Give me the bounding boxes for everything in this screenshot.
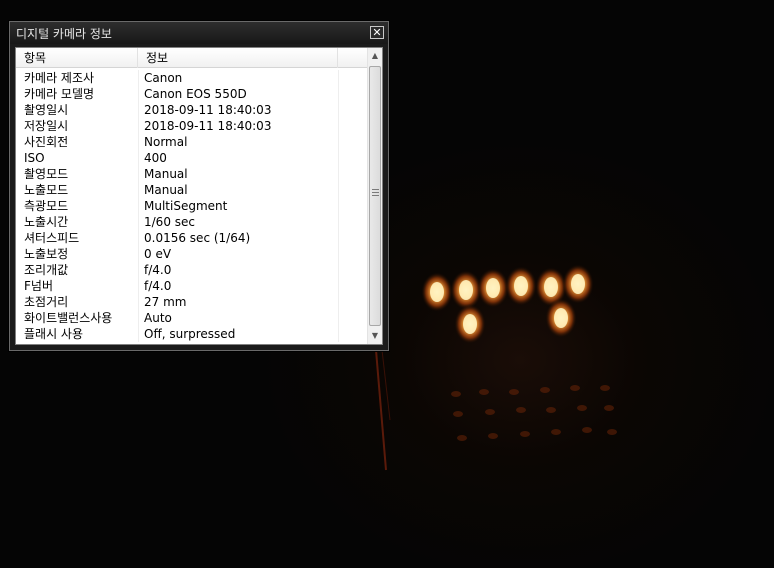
close-icon: ✕ xyxy=(372,26,382,39)
row-key: 카메라 모델명 xyxy=(24,87,95,101)
ember-reflection xyxy=(600,385,610,391)
column-header-info[interactable]: 정보 xyxy=(138,48,338,68)
close-button[interactable]: ✕ xyxy=(370,26,384,39)
row-key: 사진회전 xyxy=(24,135,69,149)
table-row[interactable]: 조리개값 f/4.0 xyxy=(16,262,369,278)
table-row[interactable]: 플래시 사용 Off, surpressed xyxy=(16,326,369,342)
row-key: 노출모드 xyxy=(24,183,69,197)
row-value: f/4.0 xyxy=(144,263,172,277)
table-row[interactable]: 촬영모드 Manual xyxy=(16,166,369,182)
scroll-thumb[interactable] xyxy=(369,66,381,326)
row-key: 초점거리 xyxy=(24,295,69,309)
candle-flame xyxy=(459,280,473,300)
info-list[interactable]: 항목 정보 카메라 제조사 Canon 카메라 모델명 Canon EOS 550D 촬… xyxy=(15,47,383,345)
chevron-up-icon: ▲ xyxy=(371,51,379,60)
row-key: 노출보정 xyxy=(24,247,69,261)
row-key: 촬영모드 xyxy=(24,167,69,181)
ember-reflection xyxy=(451,391,461,397)
table-row[interactable]: 초점거리 27 mm xyxy=(16,294,369,310)
dialog-title: 디지털 카메라 정보 xyxy=(16,27,112,41)
scroll-up-button[interactable]: ▲ xyxy=(368,48,382,64)
ember-reflection xyxy=(577,405,587,411)
row-key: 플래시 사용 xyxy=(24,327,84,341)
row-key: ISO xyxy=(24,151,45,165)
candle-flame xyxy=(514,276,528,296)
row-value: Normal xyxy=(144,135,188,149)
scroll-down-button[interactable]: ▼ xyxy=(368,328,382,344)
ember-reflection xyxy=(509,389,519,395)
ember-reflection xyxy=(582,427,592,433)
ember-reflection xyxy=(488,433,498,439)
table-row[interactable]: 카메라 모델명 Canon EOS 550D xyxy=(16,86,369,102)
table-row[interactable]: 저장일시 2018-09-11 18:40:03 xyxy=(16,118,369,134)
table-row[interactable]: F넘버 f/4.0 xyxy=(16,278,369,294)
ember-reflection xyxy=(516,407,526,413)
row-key: 측광모드 xyxy=(24,199,69,213)
column-header-empty[interactable] xyxy=(338,48,369,68)
table-row[interactable]: 촬영일시 2018-09-11 18:40:03 xyxy=(16,102,369,118)
ember-reflection xyxy=(570,385,580,391)
row-value: Manual xyxy=(144,183,188,197)
ember-reflection xyxy=(479,389,489,395)
ember-reflection xyxy=(457,435,467,441)
ember-reflection xyxy=(453,411,463,417)
row-key: 셔터스피드 xyxy=(24,231,80,245)
candle-flame xyxy=(463,314,477,334)
list-header: 항목 정보 xyxy=(16,48,369,68)
row-value: 1/60 sec xyxy=(144,215,195,229)
grip-icon xyxy=(372,189,379,197)
row-key: 카메라 제조사 xyxy=(24,71,95,85)
row-value: Manual xyxy=(144,167,188,181)
ember-reflection xyxy=(485,409,495,415)
ember-reflection xyxy=(520,431,530,437)
ember-reflection xyxy=(604,405,614,411)
row-value: 400 xyxy=(144,151,167,165)
row-value: 2018-09-11 18:40:03 xyxy=(144,103,272,117)
candle-flame xyxy=(571,274,585,294)
row-value: 2018-09-11 18:40:03 xyxy=(144,119,272,133)
row-value: Auto xyxy=(144,311,172,325)
row-value: Off, surpressed xyxy=(144,327,236,341)
list-rows: 카메라 제조사 Canon 카메라 모델명 Canon EOS 550D 촬영일시 201… xyxy=(16,70,369,342)
ember-reflection xyxy=(546,407,556,413)
candle-flame xyxy=(430,282,444,302)
row-key: 촬영일시 xyxy=(24,103,69,117)
table-row[interactable]: 노출보정 0 eV xyxy=(16,246,369,262)
camera-info-dialog: 디지털 카메라 정보 ✕ 항목 정보 카메라 제조사 Canon 카메라 모델명 Ca… xyxy=(9,21,389,351)
column-header-item[interactable]: 항목 xyxy=(16,48,138,68)
row-value: 0 eV xyxy=(144,247,172,261)
row-key: 화이트밸런스사용 xyxy=(24,311,113,325)
row-key: F넘버 xyxy=(24,279,53,293)
candle-flame xyxy=(554,308,568,328)
row-key: 저장일시 xyxy=(24,119,69,133)
chevron-down-icon: ▼ xyxy=(371,331,379,340)
row-value: 0.0156 sec (1/64) xyxy=(144,231,251,245)
table-row[interactable]: 화이트밸런스사용 Auto xyxy=(16,310,369,326)
table-row[interactable]: 노출시간 1/60 sec xyxy=(16,214,369,230)
table-row[interactable]: 사진회전 Normal xyxy=(16,134,369,150)
ember-reflection xyxy=(540,387,550,393)
candle-flame xyxy=(486,278,500,298)
table-row[interactable]: 노출모드 Manual xyxy=(16,182,369,198)
table-row[interactable]: ISO 400 xyxy=(16,150,369,166)
table-row[interactable]: 셔터스피드 0.0156 sec (1/64) xyxy=(16,230,369,246)
row-value: f/4.0 xyxy=(144,279,172,293)
row-value: Canon EOS 550D xyxy=(144,87,247,101)
row-value: 27 mm xyxy=(144,295,187,309)
row-key: 노출시간 xyxy=(24,215,69,229)
ember-reflection xyxy=(607,429,617,435)
ember-reflection xyxy=(551,429,561,435)
row-key: 조리개값 xyxy=(24,263,69,277)
row-value: Canon xyxy=(144,71,183,85)
vertical-scrollbar[interactable]: ▲ ▼ xyxy=(367,48,382,344)
candle-flame xyxy=(544,277,558,297)
red-rod xyxy=(381,349,391,421)
table-row[interactable]: 측광모드 MultiSegment xyxy=(16,198,369,214)
table-row[interactable]: 카메라 제조사 Canon xyxy=(16,70,369,86)
row-value: MultiSegment xyxy=(144,199,228,213)
title-bar[interactable]: 디지털 카메라 정보 ✕ xyxy=(10,22,388,44)
